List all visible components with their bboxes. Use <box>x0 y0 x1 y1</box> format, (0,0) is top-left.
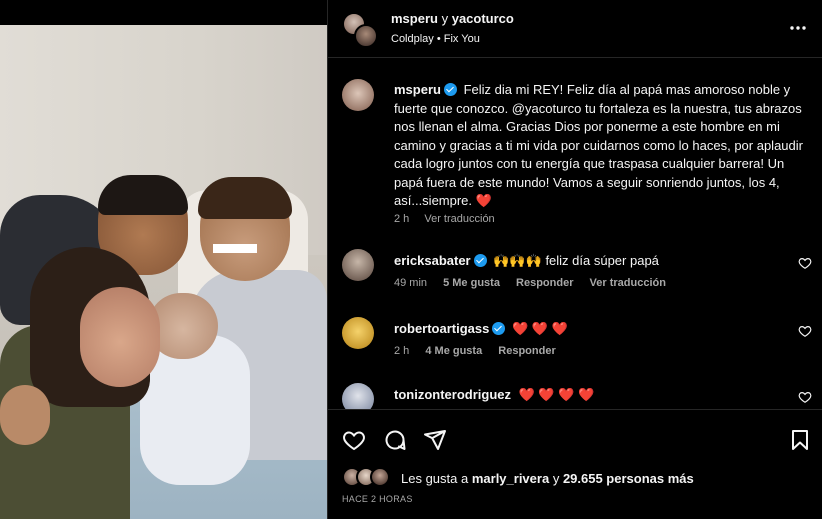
reply-button[interactable]: Responder <box>516 277 573 289</box>
photo-hand <box>0 385 50 445</box>
reply-button[interactable]: Responder <box>498 345 555 357</box>
post-actions: Les gusta a marly_rivera y 29.655 person… <box>328 409 822 514</box>
comment-meta: 49 min 5 Me gusta Responder Ver traducci… <box>394 277 679 289</box>
comment-body: robertoartigass ❤️ ❤️ ❤️ <box>394 321 568 337</box>
likes-count[interactable]: 29.655 personas más <box>563 471 694 486</box>
comment-emoji: ❤️ ❤️ ❤️ ❤️ <box>518 387 595 402</box>
translate-link[interactable]: Ver traducción <box>424 213 494 225</box>
verified-icon <box>473 254 487 267</box>
author-separator: y <box>441 11 449 26</box>
post-media[interactable] <box>0 0 327 519</box>
comment-time: 49 min <box>394 277 428 289</box>
caption-username[interactable]: msperu <box>394 82 441 97</box>
collab-avatars[interactable] <box>342 12 378 48</box>
photo-censor-bar <box>213 244 257 253</box>
comment-username[interactable]: robertoartigass <box>394 321 489 336</box>
comment-meta: 2 h 4 Me gusta Responder <box>394 345 569 357</box>
author-link[interactable]: msperu <box>391 11 438 26</box>
heart-icon[interactable] <box>342 428 366 452</box>
comment-icon[interactable] <box>383 428 407 452</box>
share-icon[interactable] <box>423 428 447 452</box>
audio-track-link[interactable]: Coldplay • Fix You <box>391 33 480 45</box>
avatar[interactable] <box>342 317 374 349</box>
photo-mother-face <box>80 287 160 387</box>
photo-boy-hair <box>198 177 292 219</box>
heart-icon[interactable] <box>798 324 812 338</box>
comment-likes[interactable]: 5 Me gusta <box>443 277 500 289</box>
comment-body: tonizonterodriguez ❤️ ❤️ ❤️ ❤️ <box>394 387 594 403</box>
comment-username[interactable]: ericksabater <box>394 253 471 268</box>
translate-link[interactable]: Ver traducción <box>590 277 666 289</box>
heart-icon[interactable] <box>798 256 812 270</box>
likes-text[interactable]: Les gusta a marly_rivera y 29.655 person… <box>401 471 694 486</box>
comments-scroll[interactable]: msperu Feliz dia mi REY! Feliz día al pa… <box>328 59 822 409</box>
caption-meta: 2 h Ver traducción <box>394 213 507 225</box>
likes-prefix: Les gusta a <box>401 471 469 486</box>
comment-emoji: ❤️ ❤️ ❤️ <box>512 321 568 336</box>
post-authors: msperu y yacoturco <box>391 11 514 26</box>
avatar[interactable] <box>342 249 374 281</box>
post-caption: msperu Feliz dia mi REY! Feliz día al pa… <box>394 81 804 211</box>
comment-text: feliz día súper papá <box>545 253 659 268</box>
likes-summary: Les gusta a marly_rivera y 29.655 person… <box>342 467 812 489</box>
family-photo[interactable] <box>0 25 327 519</box>
avatar[interactable] <box>370 467 390 487</box>
caption-time: 2 h <box>394 213 410 225</box>
post-header: msperu y yacoturco Coldplay • Fix You <box>328 0 822 58</box>
comment-emoji: 🙌🙌🙌 <box>493 253 542 268</box>
likes-user[interactable]: marly_rivera <box>472 471 549 486</box>
post-timestamp[interactable]: HACE 2 HORAS <box>342 494 413 504</box>
avatar[interactable] <box>354 24 378 48</box>
more-icon[interactable] <box>787 17 809 39</box>
likes-connector: y <box>552 471 560 486</box>
list-item: ericksabater 🙌🙌🙌 feliz día súper papá 49… <box>328 249 822 311</box>
caption-text: Feliz dia mi REY! Feliz día al papá mas … <box>394 82 803 208</box>
avatar[interactable] <box>342 383 374 409</box>
list-item: robertoartigass ❤️ ❤️ ❤️ 2 h 4 Me gusta … <box>328 317 822 379</box>
photo-father-hair <box>98 175 188 215</box>
heart-icon[interactable] <box>798 390 812 404</box>
comment-body: ericksabater 🙌🙌🙌 feliz día súper papá <box>394 253 659 269</box>
list-item: tonizonterodriguez ❤️ ❤️ ❤️ ❤️ <box>328 383 822 409</box>
comment-time: 2 h <box>394 345 410 357</box>
verified-icon <box>443 83 457 96</box>
avatar[interactable] <box>342 79 374 111</box>
heart-emoji: ❤️ <box>475 193 492 208</box>
bookmark-icon[interactable] <box>788 428 812 452</box>
author-link[interactable]: yacoturco <box>452 11 514 26</box>
comment-likes[interactable]: 4 Me gusta <box>425 345 482 357</box>
post-details-panel: msperu y yacoturco Coldplay • Fix You ms… <box>328 0 822 519</box>
comment-username[interactable]: tonizonterodriguez <box>394 387 511 402</box>
verified-icon <box>492 322 506 335</box>
